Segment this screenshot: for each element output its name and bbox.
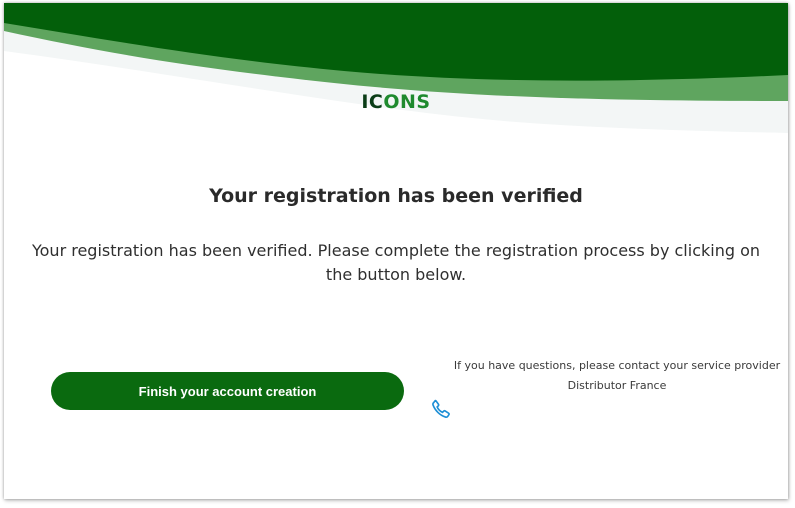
page-title: Your registration has been verified	[209, 185, 583, 207]
phone-icon[interactable]	[430, 398, 452, 420]
registration-card: ICONS Your registration has been verifie…	[4, 3, 788, 499]
contact-info: If you have questions, please contact yo…	[444, 356, 788, 396]
icons-logo: ICONS	[4, 91, 788, 113]
contact-line-questions: If you have questions, please contact yo…	[453, 359, 781, 372]
verification-message: Your registration has been verified. Ple…	[31, 241, 761, 284]
contact-line-provider: Distributor France	[567, 379, 667, 392]
finish-account-creation-button[interactable]: Finish your account creation	[51, 372, 404, 410]
header-wave-banner	[4, 3, 788, 133]
logo-text-light: ONS	[383, 91, 431, 113]
logo-text-dark: IC	[361, 91, 384, 113]
